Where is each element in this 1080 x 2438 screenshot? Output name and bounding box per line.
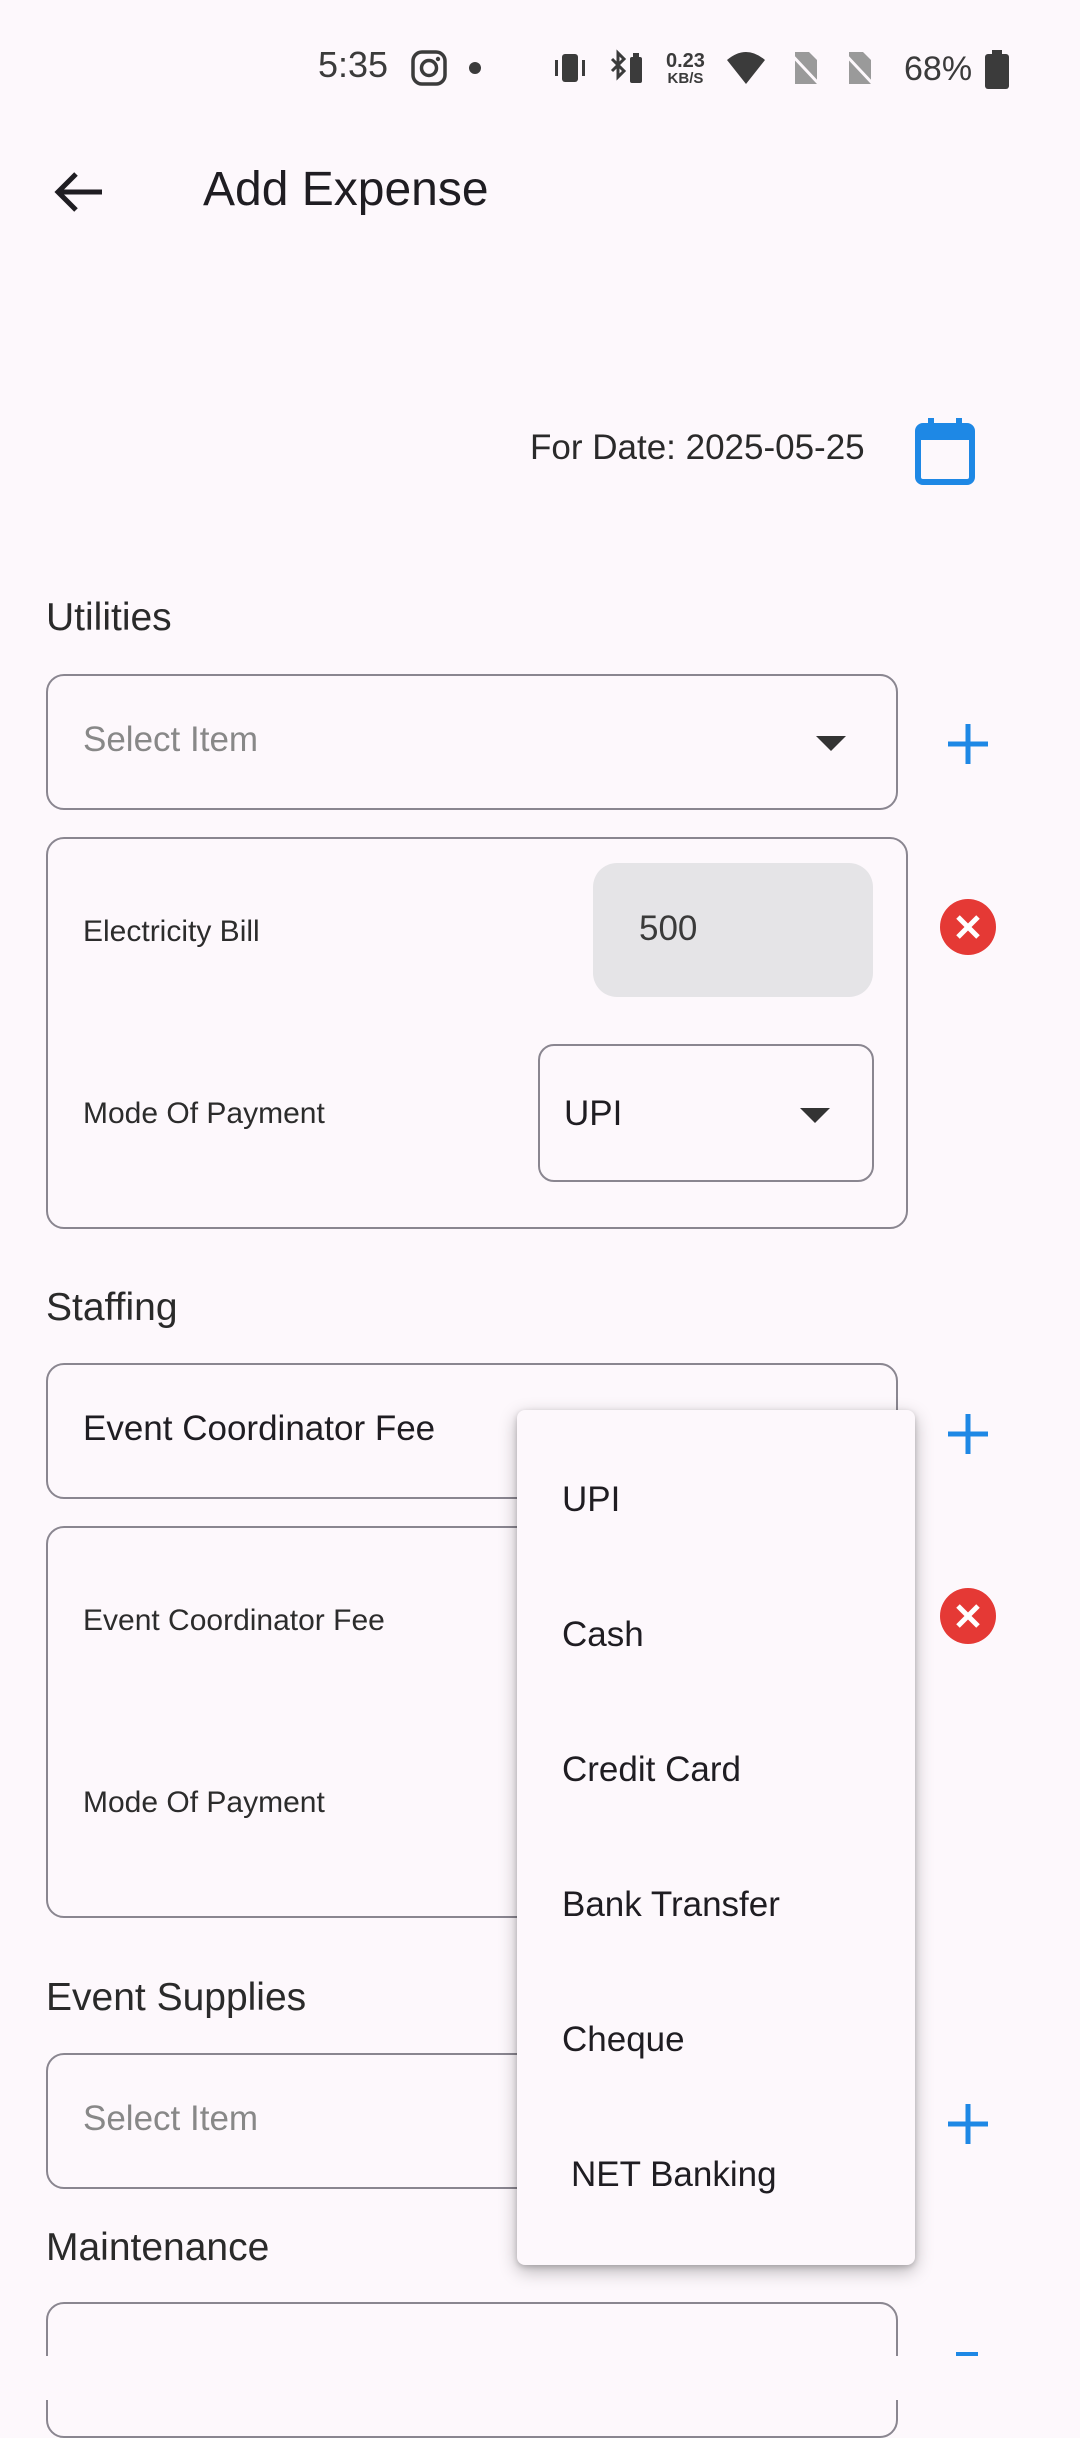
page-title: Add Expense <box>203 163 489 216</box>
utilities-item-card: Electricity Bill 500 Mode Of Payment UPI <box>46 837 908 1229</box>
instagram-icon <box>411 50 447 86</box>
network-speed-unit: KB/S <box>667 69 704 87</box>
no-sim-icon-2 <box>841 50 875 86</box>
utilities-select-placeholder: Select Item <box>83 720 259 759</box>
menu-item-net-banking[interactable]: NET Banking <box>571 2155 777 2195</box>
date-label: For Date: 2025-05-25 <box>530 428 865 467</box>
no-sim-icon <box>787 50 821 86</box>
plus-icon <box>948 2104 988 2144</box>
plus-icon <box>948 1414 988 1454</box>
mode-of-payment-label: Mode Of Payment <box>83 1786 325 1819</box>
utilities-select[interactable]: Select Item <box>46 674 898 810</box>
add-staffing-button[interactable] <box>940 1406 996 1462</box>
close-circle-icon <box>940 899 996 955</box>
amount-field[interactable]: 500 <box>593 863 873 997</box>
menu-item-cash[interactable]: Cash <box>562 1615 644 1655</box>
status-icons: 0.23 KB/S <box>410 44 875 92</box>
menu-item-bank-transfer[interactable]: Bank Transfer <box>562 1885 780 1925</box>
network-speed: 0.23 KB/S <box>666 51 705 86</box>
event-supplies-select-placeholder: Select Item <box>83 2099 259 2138</box>
mode-of-payment-value: UPI <box>564 1094 623 1133</box>
status-time: 5:35 <box>318 44 389 85</box>
close-circle-icon <box>940 1588 996 1644</box>
section-title-staffing: Staffing <box>46 1286 178 1329</box>
wifi-icon <box>726 52 765 86</box>
bluetooth-battery-icon <box>610 49 642 83</box>
calendar-icon <box>915 418 975 485</box>
item-name: Event Coordinator Fee <box>83 1604 385 1637</box>
section-title-event-supplies: Event Supplies <box>46 1976 307 2019</box>
section-title-maintenance: Maintenance <box>46 2226 270 2269</box>
arrow-left-icon <box>54 172 102 212</box>
mode-of-payment-select[interactable]: UPI <box>538 1044 874 1182</box>
chevron-down-icon <box>800 1108 830 1123</box>
plus-icon <box>948 724 988 764</box>
remove-staffing-item-button[interactable] <box>940 1588 996 1644</box>
back-button[interactable] <box>40 156 120 236</box>
item-name: Electricity Bill <box>83 915 260 948</box>
bottom-bar <box>0 2356 1080 2400</box>
payment-mode-menu: UPI Cash Credit Card Bank Transfer Chequ… <box>517 1410 915 2265</box>
staffing-select-value: Event Coordinator Fee <box>83 1409 436 1448</box>
add-event-supplies-button[interactable] <box>940 2096 996 2152</box>
menu-item-upi[interactable]: UPI <box>562 1480 620 1520</box>
amount-value: 500 <box>639 909 698 948</box>
battery-level: 68% <box>904 50 973 88</box>
battery-icon <box>985 50 1009 89</box>
menu-item-credit-card[interactable]: Credit Card <box>562 1750 741 1790</box>
dot-icon <box>469 62 481 74</box>
menu-item-cheque[interactable]: Cheque <box>562 2020 685 2060</box>
calendar-button[interactable] <box>906 412 986 492</box>
mode-of-payment-label: Mode Of Payment <box>83 1097 325 1130</box>
chevron-down-icon <box>816 736 846 751</box>
vibrate-icon <box>555 54 585 82</box>
section-title-utilities: Utilities <box>46 596 172 639</box>
add-utilities-button[interactable] <box>940 716 996 772</box>
remove-utilities-item-button[interactable] <box>940 899 996 955</box>
network-speed-value: 0.23 <box>666 49 705 72</box>
